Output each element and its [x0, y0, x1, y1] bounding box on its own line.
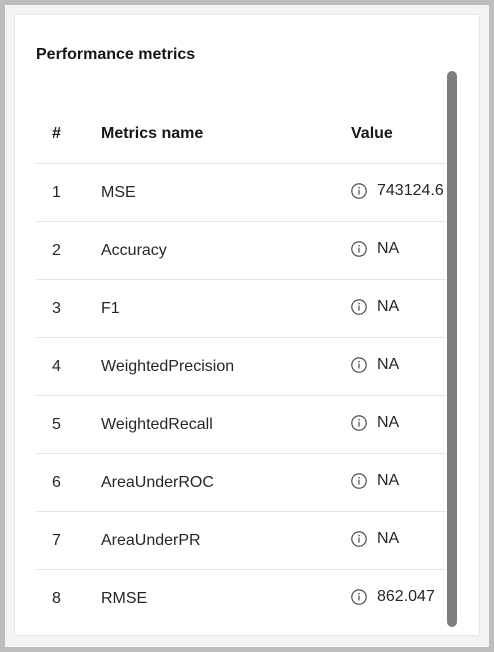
metric-value: NA	[377, 529, 400, 547]
metric-value: NA	[377, 239, 400, 257]
metric-value-cell: 743124.6	[351, 163, 446, 222]
metric-value-cell: NA	[351, 221, 446, 280]
info-icon[interactable]	[351, 298, 367, 315]
app-frame: Performance metrics # Metrics name Value…	[5, 5, 489, 647]
performance-metrics-card: Performance metrics # Metrics name Value…	[15, 15, 479, 635]
metric-value-wrapper: NA	[351, 472, 446, 490]
metric-name: RMSE	[101, 569, 351, 627]
metric-value-cell: NA	[351, 395, 446, 454]
metric-value-cell: NA	[351, 453, 446, 512]
metric-value-wrapper: NA	[351, 356, 446, 374]
row-number: 5	[36, 395, 101, 454]
table-row: 4 WeightedPrecision NA	[36, 337, 446, 396]
metric-value-wrapper: NA	[351, 298, 446, 316]
metric-value: 743124.6	[377, 181, 444, 199]
metric-value: NA	[377, 471, 400, 489]
info-icon[interactable]	[351, 240, 367, 257]
row-number: 4	[36, 337, 101, 396]
row-number: 6	[36, 453, 101, 512]
row-number: 3	[36, 279, 101, 338]
metric-value-wrapper: NA	[351, 240, 446, 258]
row-number: 8	[36, 569, 101, 627]
info-icon[interactable]	[351, 356, 367, 373]
metric-value-wrapper: 743124.6	[351, 182, 446, 200]
metrics-table: # Metrics name Value 1 MSE 743124.6 2 Accura…	[36, 105, 446, 627]
column-header-metrics-name: Metrics name	[101, 105, 351, 164]
table-row: 5 WeightedRecall NA	[36, 395, 446, 454]
info-icon[interactable]	[351, 414, 367, 431]
column-header-number: #	[36, 105, 101, 164]
metrics-table-header: # Metrics name Value	[36, 105, 446, 164]
metric-name: F1	[101, 279, 351, 338]
info-icon[interactable]	[351, 182, 367, 199]
metric-value: 862.047	[377, 587, 435, 605]
metric-value: NA	[377, 355, 400, 373]
metric-name: MSE	[101, 163, 351, 222]
metric-name: AreaUnderPR	[101, 511, 351, 570]
metric-value-cell: NA	[351, 511, 446, 570]
table-row: 7 AreaUnderPR NA	[36, 511, 446, 570]
row-number: 2	[36, 221, 101, 280]
info-icon[interactable]	[351, 530, 367, 547]
card-title: Performance metrics	[36, 46, 196, 63]
metric-value-wrapper: NA	[351, 414, 446, 432]
info-icon[interactable]	[351, 472, 367, 489]
metrics-table-viewport[interactable]: # Metrics name Value 1 MSE 743124.6 2 Accura…	[36, 105, 446, 627]
metric-name: WeightedRecall	[101, 395, 351, 454]
metrics-table-body: 1 MSE 743124.6 2 Accuracy NA 3 F1 NA 4 WeightedPre…	[36, 163, 446, 627]
metric-value-wrapper: NA	[351, 530, 446, 548]
metric-value-cell: NA	[351, 279, 446, 338]
metric-value-cell: NA	[351, 337, 446, 396]
metric-value-cell: 862.047	[351, 569, 446, 627]
metric-name: Accuracy	[101, 221, 351, 280]
column-header-value: Value	[351, 105, 446, 164]
header-row: # Metrics name Value	[36, 105, 446, 164]
table-row: 1 MSE 743124.6	[36, 163, 446, 222]
metric-name: WeightedPrecision	[101, 337, 351, 396]
info-icon[interactable]	[351, 588, 367, 605]
metric-value-wrapper: 862.047	[351, 588, 446, 606]
table-row: 8 RMSE 862.047	[36, 569, 446, 627]
table-row: 2 Accuracy NA	[36, 221, 446, 280]
table-row: 6 AreaUnderROC NA	[36, 453, 446, 512]
metric-value: NA	[377, 413, 400, 431]
metric-value: NA	[377, 297, 400, 315]
metric-name: AreaUnderROC	[101, 453, 351, 512]
row-number: 7	[36, 511, 101, 570]
table-row: 3 F1 NA	[36, 279, 446, 338]
row-number: 1	[36, 163, 101, 222]
scrollbar-thumb[interactable]	[447, 71, 457, 627]
vertical-scrollbar[interactable]	[447, 71, 459, 627]
